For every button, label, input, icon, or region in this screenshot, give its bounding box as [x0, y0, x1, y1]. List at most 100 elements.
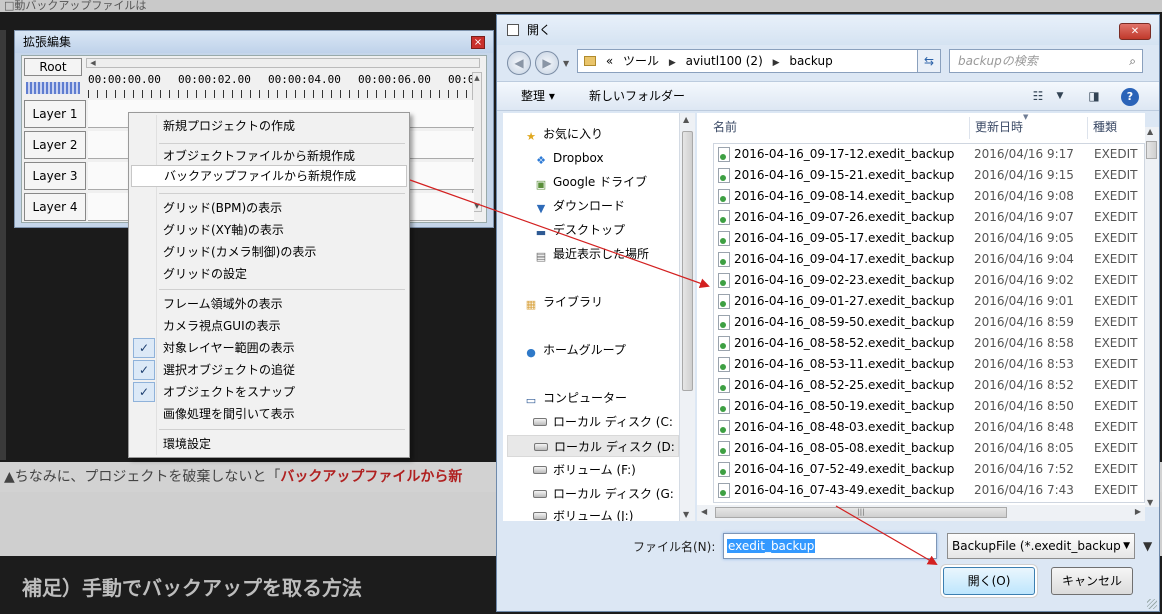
nav-disk-g[interactable]: ローカル ディスク (G: — [533, 483, 674, 505]
open-button[interactable]: 開く(O) — [943, 567, 1035, 595]
breadcrumb-chevron-icon[interactable]: ▶ — [773, 52, 780, 74]
layer-2-button[interactable]: Layer 2 — [24, 131, 86, 159]
table-row[interactable]: 2016-04-16_09-02-23.exedit_backup 2016/04… — [714, 270, 1144, 291]
menu-item-new-from-backup-file[interactable]: バックアップファイルから新規作成 — [131, 165, 407, 187]
forward-button[interactable]: ▶ — [535, 51, 559, 75]
root-button[interactable]: Root — [24, 58, 82, 76]
address-segment[interactable]: aviutl100 (2) — [686, 50, 763, 72]
file-list-hscroll[interactable]: ◀ ||| ▶ — [697, 505, 1145, 521]
navigation-scroll-thumb[interactable] — [682, 131, 693, 391]
scroll-down-icon[interactable]: ▼ — [683, 510, 689, 519]
scroll-left-icon[interactable]: ◀ — [87, 59, 99, 67]
layer-3-button[interactable]: Layer 3 — [24, 162, 86, 190]
extended-edit-close-button[interactable]: × — [471, 36, 485, 49]
timeline-hscroll[interactable]: ◀ — [86, 58, 480, 68]
column-header-name[interactable]: 名前 — [713, 113, 737, 141]
scroll-up-icon[interactable]: ▲ — [473, 73, 481, 83]
file-scroll-thumb[interactable] — [1146, 141, 1157, 159]
table-row[interactable]: 2016-04-16_08-05-08.exedit_backup 2016/04… — [714, 438, 1144, 459]
menu-item-new-from-object-file[interactable]: オブジェクトファイルから新規作成 — [131, 145, 407, 167]
column-header-type[interactable]: 種類 — [1093, 113, 1117, 141]
menu-item-preferences[interactable]: 環境設定 — [131, 433, 407, 455]
nav-homegroup[interactable]: ● ホームグループ — [523, 339, 626, 361]
menu-item-grid-xy[interactable]: グリッド(XY軸)の表示 — [131, 219, 407, 241]
table-row[interactable]: 2016-04-16_09-08-14.exedit_backup 2016/04… — [714, 186, 1144, 207]
breadcrumb-chevron-icon[interactable]: ▶ — [669, 52, 676, 74]
address-segment[interactable]: backup — [789, 50, 832, 72]
nav-favorites[interactable]: ★ お気に入り — [523, 123, 603, 145]
back-button[interactable]: ◀ — [507, 51, 531, 75]
filetype-select[interactable]: BackupFile (*.exedit_backup ▼ — [947, 533, 1135, 559]
table-row[interactable]: 2016-04-16_09-04-17.exedit_backup 2016/04… — [714, 249, 1144, 270]
menu-item-grid-bpm[interactable]: グリッド(BPM)の表示 — [131, 197, 407, 219]
chevron-down-icon[interactable]: ▼ — [1123, 534, 1130, 558]
menu-item-show-outside-frame[interactable]: フレーム領域外の表示 — [131, 293, 407, 315]
menu-item-grid-settings[interactable]: グリッドの設定 — [131, 263, 407, 285]
layer-4-button[interactable]: Layer 4 — [24, 193, 86, 221]
nav-disk-c[interactable]: ローカル ディスク (C: — [533, 411, 673, 433]
scroll-right-icon[interactable]: ▶ — [1135, 507, 1141, 516]
nav-downloads[interactable]: ▼ ダウンロード — [533, 195, 625, 217]
table-row[interactable]: 2016-04-16_09-05-17.exedit_backup 2016/04… — [714, 228, 1144, 249]
address-segment[interactable]: ツール — [623, 50, 659, 72]
menu-item-camera-gui[interactable]: カメラ視点GUIの表示 — [131, 315, 407, 337]
refresh-button[interactable]: ⇆ — [917, 49, 941, 73]
navigation-scrollbar[interactable]: ▲ ▼ — [679, 113, 695, 521]
table-row[interactable]: 2016-04-16_08-48-03.exedit_backup 2016/04… — [714, 417, 1144, 438]
resize-grip[interactable] — [1147, 599, 1157, 609]
table-row[interactable]: 2016-04-16_09-07-26.exedit_backup 2016/04… — [714, 207, 1144, 228]
layer-1-button[interactable]: Layer 1 — [24, 100, 86, 128]
menu-item-new-project[interactable]: 新規プロジェクトの作成 — [131, 115, 407, 137]
column-header-date[interactable]: 更新日時 — [975, 113, 1023, 141]
address-bar[interactable]: « ツール ▶ aviutl100 (2) ▶ backup ▼ — [577, 49, 939, 73]
nav-computer[interactable]: ▭ コンピューター — [523, 387, 627, 409]
menu-item-snap-objects[interactable]: オブジェクトをスナップ — [131, 381, 407, 403]
menu-item-layer-range[interactable]: 対象レイヤー範囲の表示 — [131, 337, 407, 359]
table-row[interactable]: 2016-04-16_09-15-21.exedit_backup 2016/04… — [714, 165, 1144, 186]
scroll-down-icon[interactable]: ▼ — [1147, 498, 1153, 507]
cancel-button[interactable]: キャンセル — [1051, 567, 1133, 595]
menu-item-follow-selected[interactable]: 選択オブジェクトの追従 — [131, 359, 407, 381]
recent-locations-dropdown[interactable]: ▼ — [563, 59, 569, 68]
help-button[interactable]: ? — [1121, 88, 1139, 106]
preview-pane-icon[interactable]: ◨ — [1085, 88, 1103, 104]
search-input[interactable]: backupの検索 ⌕ — [949, 49, 1143, 73]
table-row[interactable]: 2016-04-16_08-58-52.exedit_backup 2016/04… — [714, 333, 1144, 354]
filename-input[interactable]: exedit_backup ▼ — [723, 533, 1152, 559]
nav-disk-f[interactable]: ボリューム (F:) — [533, 459, 636, 481]
scroll-down-icon[interactable]: ▼ — [473, 201, 481, 211]
nav-dropbox[interactable]: ❖ Dropbox — [533, 147, 604, 169]
scroll-up-icon[interactable]: ▲ — [1147, 127, 1153, 136]
table-row[interactable]: 2016-04-16_08-52-25.exedit_backup 2016/04… — [714, 375, 1144, 396]
table-row[interactable]: 2016-04-16_07-52-49.exedit_backup 2016/04… — [714, 459, 1144, 480]
table-row[interactable]: 2016-04-16_09-01-27.exedit_backup 2016/04… — [714, 291, 1144, 312]
hscroll-thumb[interactable]: ||| — [715, 507, 1007, 518]
new-folder-button[interactable]: 新しいフォルダー — [589, 82, 685, 110]
nav-libraries[interactable]: ▦ ライブラリ — [523, 291, 603, 313]
table-row[interactable]: 2016-04-16_08-59-50.exedit_backup 2016/04… — [714, 312, 1144, 333]
dialog-close-button[interactable]: ✕ — [1119, 23, 1151, 40]
organize-button[interactable]: 整理 ▾ — [521, 82, 555, 110]
zoom-bar[interactable] — [26, 82, 80, 94]
file-list-scrollbar[interactable]: ▲ ▼ — [1145, 127, 1159, 507]
filename-dropdown-icon[interactable]: ▼ — [1142, 537, 1153, 555]
view-dropdown-icon[interactable]: ▼ — [1051, 88, 1069, 104]
column-divider[interactable] — [969, 117, 970, 139]
menu-item-grid-camera[interactable]: グリッド(カメラ制御)の表示 — [131, 241, 407, 263]
table-row[interactable]: 2016-04-16_08-53-11.exedit_backup 2016/04… — [714, 354, 1144, 375]
nav-desktop[interactable]: ▬ デスクトップ — [533, 219, 625, 241]
table-row[interactable]: 2016-04-16_07-43-49.exedit_backup 2016/04… — [714, 480, 1144, 501]
table-row[interactable]: 2016-04-16_09-17-12.exedit_backup 2016/04… — [714, 144, 1144, 165]
menu-item-thin-out-processing[interactable]: 画像処理を間引いて表示 — [131, 403, 407, 425]
nav-disk-j[interactable]: ボリューム (J:) — [533, 505, 633, 521]
search-icon[interactable]: ⌕ — [1129, 50, 1136, 72]
address-overflow[interactable]: « — [606, 50, 613, 72]
nav-disk-d[interactable]: ローカル ディスク (D: — [507, 435, 679, 457]
view-options-icon[interactable]: ☷ — [1029, 88, 1047, 104]
nav-google-drive[interactable]: ▣ Google ドライブ — [533, 171, 647, 193]
table-row[interactable]: 2016-04-16_08-50-19.exedit_backup 2016/04… — [714, 396, 1144, 417]
nav-recent-places[interactable]: ▤ 最近表示した場所 — [533, 243, 649, 265]
scroll-left-icon[interactable]: ◀ — [701, 507, 707, 516]
scroll-up-icon[interactable]: ▲ — [683, 115, 689, 124]
column-divider[interactable] — [1087, 117, 1088, 139]
